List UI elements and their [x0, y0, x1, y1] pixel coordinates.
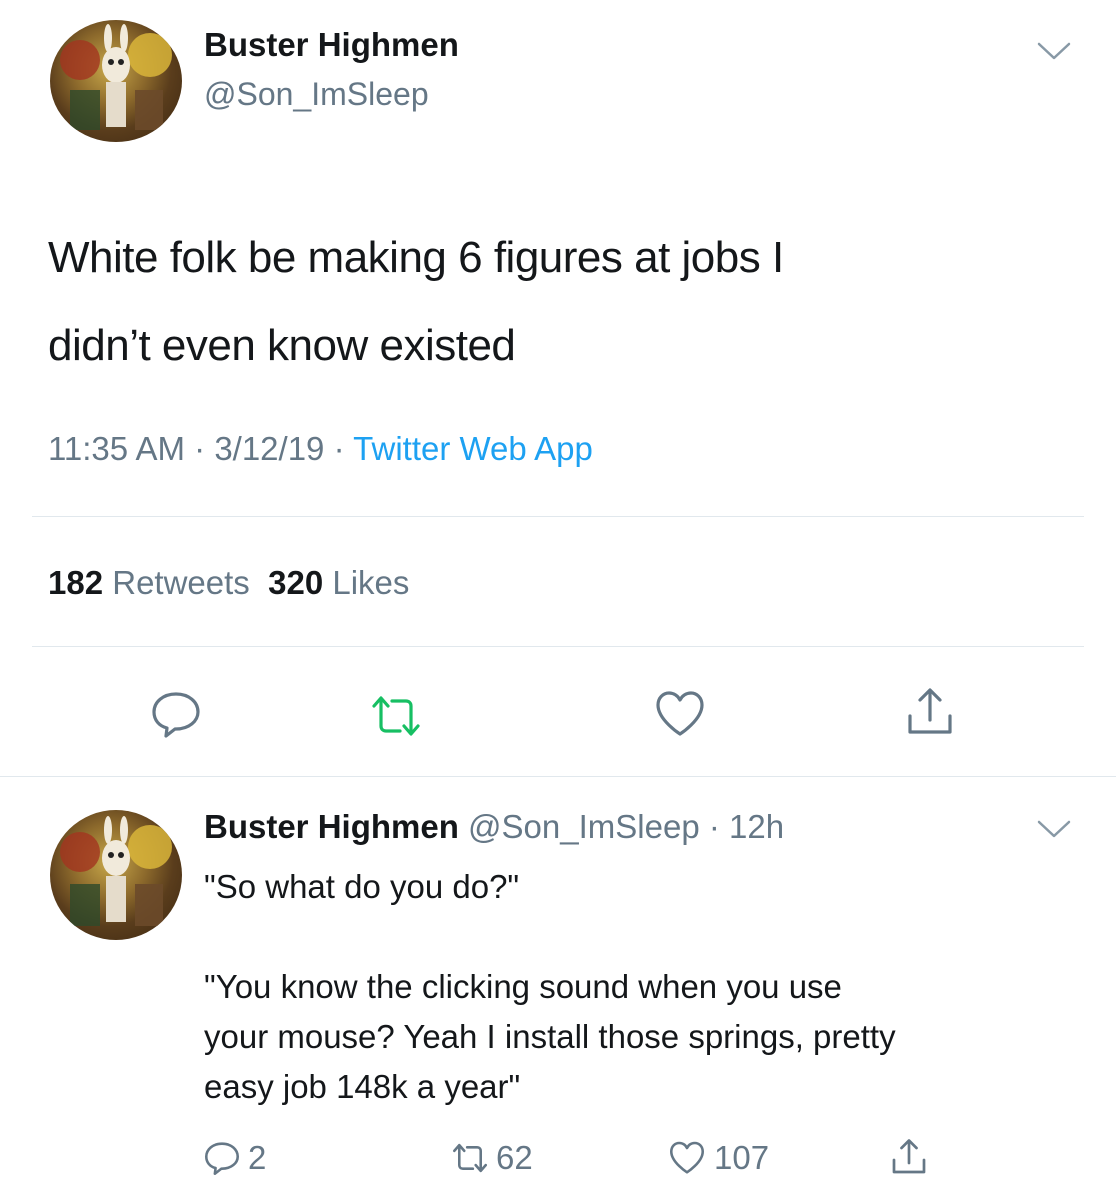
avatar[interactable] [50, 20, 182, 142]
reply-icon [205, 1142, 239, 1175]
retweet-button[interactable]: 62 [450, 1138, 533, 1178]
like-button[interactable]: 107 [666, 1138, 769, 1178]
likes-count: 320 [268, 564, 324, 601]
like-icon [656, 691, 704, 736]
avatar[interactable] [50, 810, 182, 940]
retweets-count: 182 [48, 564, 104, 601]
tweet-time: 11:35 AM [48, 430, 185, 467]
retweet-icon [453, 1143, 487, 1173]
divider [32, 516, 1084, 517]
likes-label: Likes [332, 564, 410, 601]
tweet-source-link[interactable]: Twitter Web App [353, 430, 593, 467]
reply-text: "So what do you do?" "You know the click… [204, 868, 896, 1105]
reply-button[interactable]: 2 [202, 1138, 266, 1178]
reply-button[interactable] [148, 686, 204, 747]
avatar-image [60, 816, 172, 926]
share-icon [892, 1139, 926, 1174]
reply-count: 2 [248, 1139, 267, 1176]
like-button[interactable] [652, 686, 708, 747]
display-name[interactable]: Buster Highmen [204, 808, 459, 845]
tweet-meta: 11:35 AM · 3/12/19 · Twitter Web App [48, 430, 593, 468]
tweet-stats: 182 Retweets 320 Likes [48, 564, 409, 602]
meta-separator: · [699, 808, 730, 845]
share-button[interactable] [888, 1136, 936, 1178]
divider [0, 776, 1116, 777]
retweets-stat[interactable]: 182 Retweets [48, 564, 250, 601]
retweet-button[interactable] [368, 688, 424, 749]
retweet-count: 62 [496, 1139, 533, 1176]
meta-separator: · [184, 430, 215, 467]
retweets-label: Retweets [112, 564, 250, 601]
meta-separator: · [324, 430, 354, 467]
likes-stat[interactable]: 320 Likes [268, 564, 409, 601]
chevron-down-icon[interactable] [1036, 818, 1072, 845]
chevron-down-icon[interactable] [1036, 40, 1072, 67]
like-count: 107 [714, 1139, 770, 1176]
user-handle[interactable]: @Son_ImSleep [204, 76, 429, 113]
tweet-text: White folk be making 6 figures at jobs I… [48, 214, 1068, 390]
share-icon [908, 688, 952, 734]
share-button[interactable] [902, 684, 958, 745]
reply-header: Buster Highmen @Son_ImSleep · 12h [204, 808, 784, 846]
like-icon [670, 1141, 704, 1174]
user-handle[interactable]: @Son_ImSleep [468, 808, 700, 845]
tweet-text-line: White folk be making 6 figures at jobs I [48, 233, 784, 282]
display-name[interactable]: Buster Highmen [204, 26, 459, 64]
reply-icon [152, 692, 200, 738]
divider [32, 646, 1084, 647]
tweet-text-line: didn’t even know existed [48, 321, 516, 370]
tweet-age: 12h [729, 808, 785, 845]
avatar-image [60, 24, 172, 130]
tweet-date: 3/12/19 [214, 430, 325, 467]
retweet-icon [372, 696, 420, 736]
